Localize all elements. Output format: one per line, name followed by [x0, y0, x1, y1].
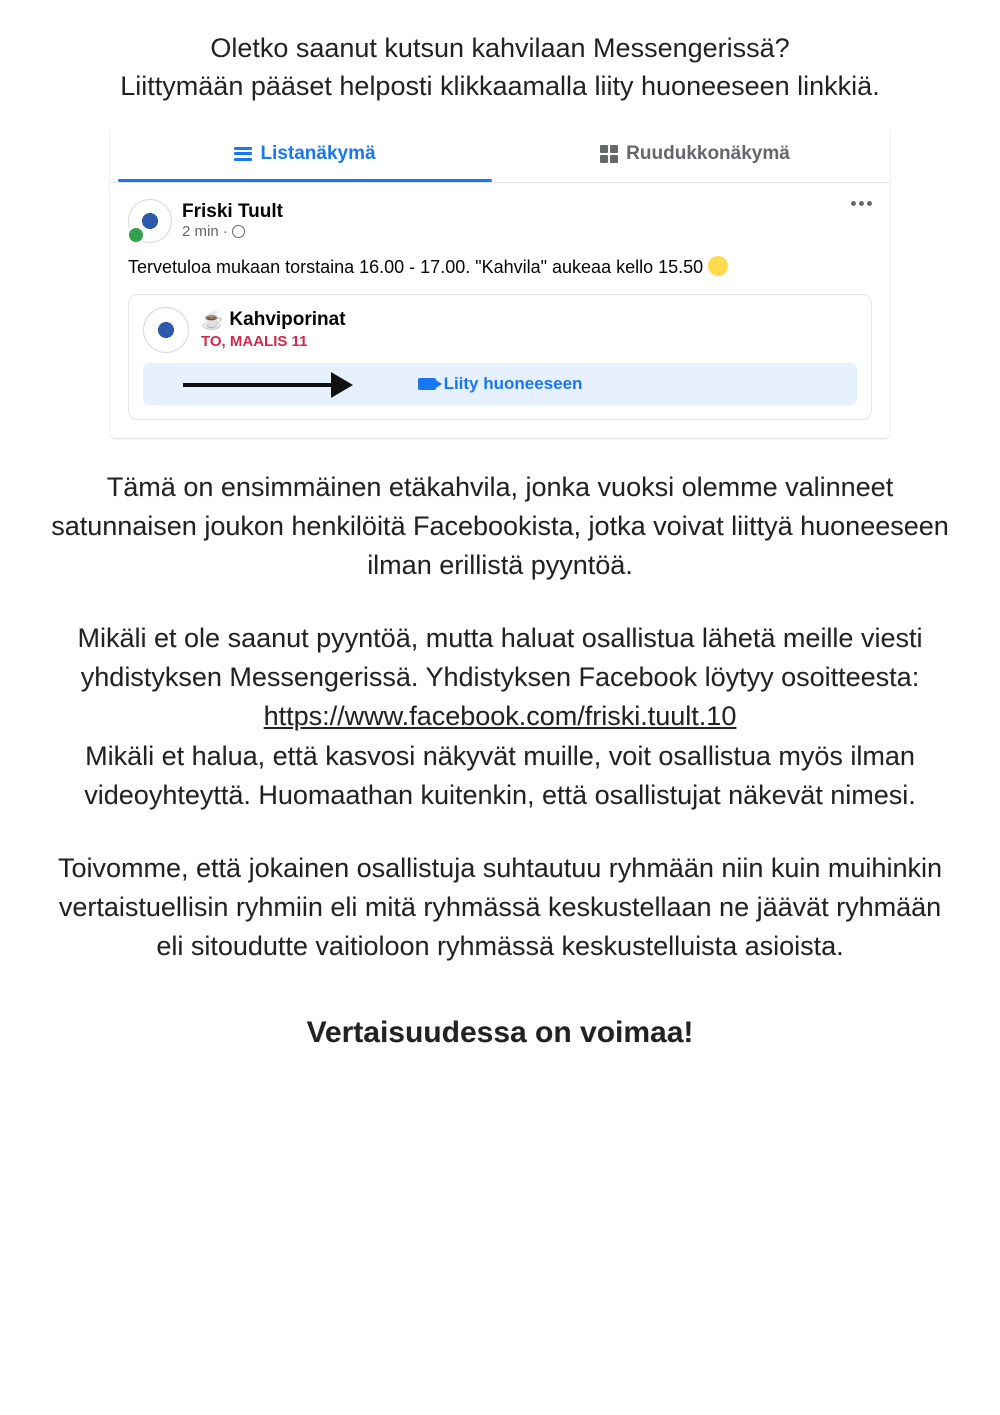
- annotation-arrow-icon: [183, 369, 363, 399]
- paragraph-2: Mikäli et ole saanut pyyntöä, mutta halu…: [45, 619, 955, 815]
- event-avatar: [143, 307, 189, 353]
- paragraph-1: Tämä on ensimmäinen etäkahvila, jonka vu…: [45, 468, 955, 585]
- paragraph-3: Toivomme, että jokainen osallistuja suht…: [45, 849, 955, 966]
- post-text: Tervetuloa mukaan torstaina 16.00 - 17.0…: [128, 255, 872, 280]
- closing-text: Vertaisuudessa on voimaa!: [40, 1016, 960, 1050]
- video-camera-icon: [418, 378, 436, 390]
- post-author[interactable]: Friski Tuult: [182, 201, 283, 223]
- grid-icon: [600, 145, 618, 163]
- event-title: Kahviporinat: [229, 309, 345, 331]
- intro-text: Oletko saanut kutsun kahvilaan Messenger…: [40, 30, 960, 106]
- list-icon: [234, 147, 252, 161]
- facebook-screenshot: Listanäkymä Ruudukkonäkymä Friski Tuult …: [110, 126, 890, 438]
- view-tabs: Listanäkymä Ruudukkonäkymä: [110, 126, 890, 183]
- event-card: ☕ Kahviporinat TO, MAALIS 11 Liity huon: [128, 294, 872, 420]
- post: Friski Tuult 2 min · Tervetuloa mukaan t…: [110, 183, 890, 438]
- online-dot-icon: [127, 226, 145, 244]
- post-meta: 2 min ·: [182, 223, 283, 240]
- tab-list-view[interactable]: Listanäkymä: [110, 126, 500, 182]
- globe-icon: [232, 225, 245, 238]
- post-more-button[interactable]: [851, 201, 872, 206]
- avatar[interactable]: [128, 199, 172, 243]
- body-text: Tämä on ensimmäinen etäkahvila, jonka vu…: [45, 468, 955, 967]
- tab-grid-view[interactable]: Ruudukkonäkymä: [500, 126, 890, 182]
- event-date: TO, MAALIS 11: [201, 333, 346, 350]
- tab-grid-label: Ruudukkonäkymä: [626, 143, 790, 165]
- facebook-link[interactable]: https://www.facebook.com/friski.tuult.10: [264, 701, 737, 731]
- coffee-icon: ☕: [201, 310, 223, 331]
- smile-emoji-icon: [708, 256, 728, 276]
- post-time: 2 min: [182, 223, 219, 240]
- tab-list-label: Listanäkymä: [260, 143, 375, 165]
- join-room-button[interactable]: Liity huoneeseen: [143, 363, 857, 405]
- join-room-label: Liity huoneeseen: [444, 374, 583, 394]
- intro-line-2: Liittymään pääset helposti klikkaamalla …: [120, 71, 879, 101]
- intro-line-1: Oletko saanut kutsun kahvilaan Messenger…: [210, 33, 789, 63]
